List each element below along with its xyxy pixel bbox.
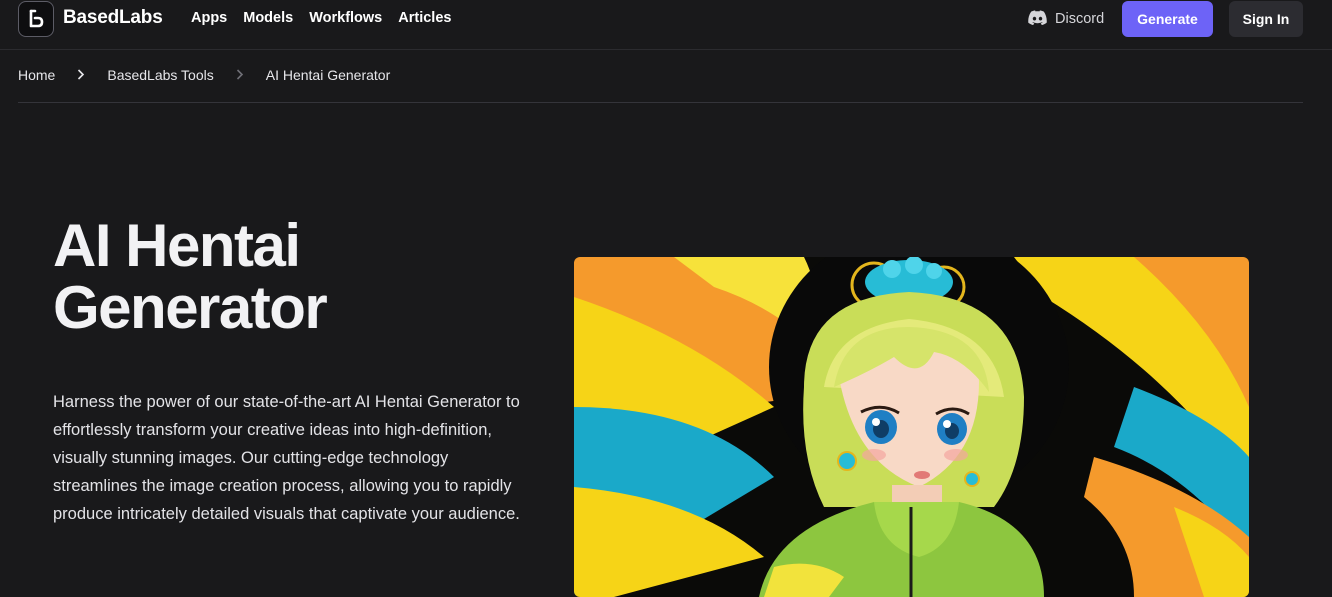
basedlabs-logo-icon[interactable] [18,1,54,37]
discord-label: Discord [1055,11,1105,27]
nav-apps[interactable]: Apps [191,10,227,26]
page-title-line-2: Generator [53,274,328,341]
main-nav: Apps Models Workflows Articles [191,10,467,26]
top-navigation-bar: BasedLabs Apps Models Workflows Articles… [0,0,1332,50]
discord-link[interactable]: Discord [1028,8,1104,30]
breadcrumb-divider [18,102,1303,103]
breadcrumb-home[interactable]: Home [18,67,55,83]
sign-in-button[interactable]: Sign In [1229,1,1303,37]
chevron-right-icon [236,68,244,83]
hero-illustration [574,257,1249,597]
brand-name[interactable]: BasedLabs [63,7,163,29]
generate-button[interactable]: Generate [1122,1,1213,37]
breadcrumb-tools[interactable]: BasedLabs Tools [107,67,213,83]
breadcrumb: Home BasedLabs Tools AI Hentai Generator [18,67,390,83]
nav-workflows[interactable]: Workflows [309,10,382,26]
nav-articles[interactable]: Articles [398,10,451,26]
page-title: AI Hentai Generator [53,215,513,339]
breadcrumb-current: AI Hentai Generator [265,67,391,83]
nav-models[interactable]: Models [243,10,293,26]
hero-description: Harness the power of our state-of-the-ar… [53,393,520,523]
page-title-line-1: AI Hentai [53,212,301,279]
chevron-right-icon [77,68,85,83]
discord-icon [1028,9,1047,29]
